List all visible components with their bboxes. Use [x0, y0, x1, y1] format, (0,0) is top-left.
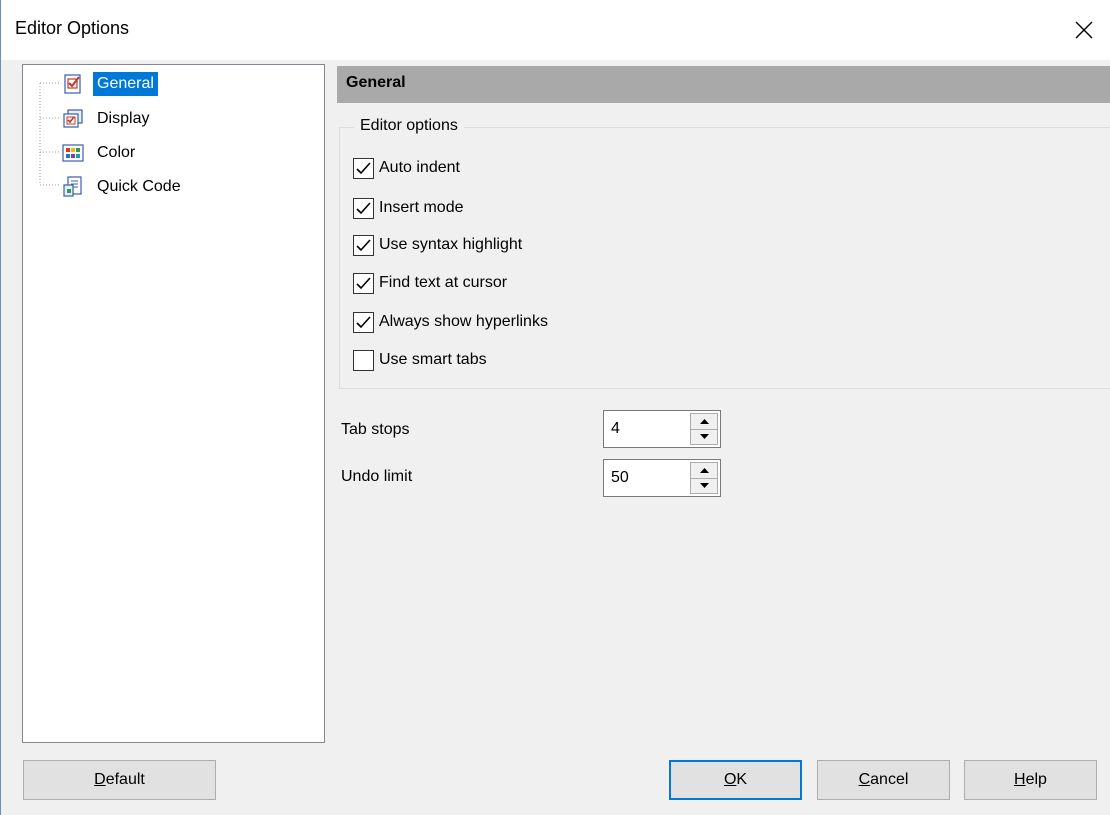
tree-item-label: Quick Code — [97, 178, 181, 195]
insert-mode-checkbox[interactable]: Insert mode — [353, 196, 463, 220]
tab-stops-spinner[interactable]: 4 — [603, 410, 721, 448]
ok-button[interactable]: OK — [669, 760, 802, 800]
spin-up-button[interactable] — [690, 462, 718, 479]
tree-item-color[interactable]: Color — [23, 140, 323, 166]
default-label: Default — [94, 771, 145, 788]
spin-down-button[interactable] — [690, 429, 718, 445]
checkmark-icon — [356, 315, 371, 328]
checkmark-icon — [356, 238, 371, 251]
checkbox-label: Find text at cursor — [379, 274, 508, 291]
tree-item-display[interactable]: Display — [23, 106, 323, 132]
arrow-down-icon — [699, 434, 709, 440]
arrow-down-icon — [699, 483, 709, 489]
spin-up-button[interactable] — [690, 413, 718, 430]
window-title: Editor Options — [15, 18, 130, 38]
find-text-at-cursor-checkbox[interactable]: Find text at cursor — [353, 271, 507, 295]
undo-limit-spinner[interactable]: 50 — [603, 459, 721, 497]
checkbox-label: Use syntax highlight — [379, 236, 523, 253]
show-hyperlinks-checkbox[interactable]: Always show hyperlinks — [353, 310, 548, 334]
checkbox-box[interactable] — [353, 157, 374, 179]
checkbox-box[interactable] — [353, 272, 374, 294]
color-grid-icon — [62, 144, 84, 162]
checked-page-icon — [64, 74, 81, 94]
checkbox-box[interactable] — [353, 349, 374, 371]
syntax-highlight-checkbox[interactable]: Use syntax highlight — [353, 233, 522, 257]
spin-down-button[interactable] — [690, 478, 718, 494]
tree-item-label: General — [93, 72, 158, 96]
ok-label: OK — [723, 771, 748, 788]
undo-limit-label: Undo limit — [341, 468, 413, 485]
spin-buttons — [690, 462, 718, 494]
tab-stops-value[interactable]: 4 — [611, 420, 620, 438]
checkmark-icon — [356, 201, 371, 214]
title-bar: Editor Options — [1, 0, 1110, 60]
page-title: General — [346, 74, 406, 91]
default-button[interactable]: Default — [23, 760, 216, 800]
cancel-label: Cancel — [858, 771, 909, 788]
tree-item-general[interactable]: General — [23, 71, 323, 97]
quick-code-icon — [63, 176, 82, 197]
options-tree[interactable]: General Display Color Quick Code — [22, 64, 325, 743]
cancel-button[interactable]: Cancel — [817, 760, 950, 800]
checkbox-label: Always show hyperlinks — [379, 313, 548, 330]
display-icon — [63, 109, 83, 128]
checkbox-label: Auto indent — [379, 159, 460, 176]
checkmark-icon — [356, 161, 371, 174]
close-icon — [1075, 21, 1093, 39]
help-button[interactable]: Help — [964, 760, 1097, 800]
close-button[interactable] — [1061, 8, 1107, 52]
tree-item-quick-code[interactable]: Quick Code — [23, 174, 323, 200]
checkbox-box[interactable] — [353, 197, 374, 219]
arrow-up-icon — [699, 418, 709, 424]
checkbox-box[interactable] — [353, 234, 374, 256]
auto-indent-checkbox[interactable]: Auto indent — [353, 156, 460, 180]
group-title: Editor options — [354, 117, 464, 135]
smart-tabs-checkbox[interactable]: Use smart tabs — [353, 348, 487, 372]
tree-item-label: Color — [97, 144, 136, 161]
page-header: General — [337, 66, 1110, 103]
checkbox-box[interactable] — [353, 311, 374, 333]
arrow-up-icon — [699, 467, 709, 473]
checkbox-label: Use smart tabs — [379, 351, 487, 368]
checkmark-icon — [356, 276, 371, 289]
tab-stops-label: Tab stops — [341, 421, 410, 438]
checkbox-label: Insert mode — [379, 199, 464, 216]
undo-limit-value[interactable]: 50 — [611, 469, 629, 487]
help-label: Help — [1014, 771, 1047, 788]
tree-item-label: Display — [97, 110, 150, 127]
spin-buttons — [690, 413, 718, 445]
editor-options-dialog: Editor Options General Display Color Qui… — [0, 0, 1110, 815]
